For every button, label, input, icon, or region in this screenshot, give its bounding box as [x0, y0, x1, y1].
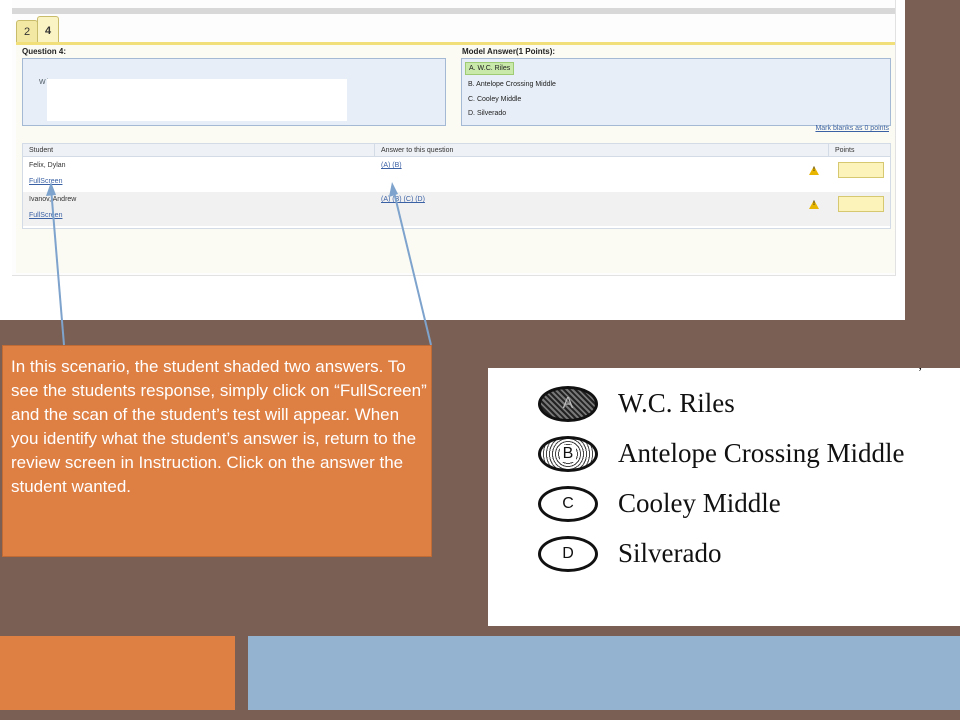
review-screenshot: 2 4 Question 4: Model Answer(1 Points): … [0, 0, 905, 320]
warning-icon [809, 166, 819, 175]
answer-bubble-filled: A [538, 386, 598, 422]
model-answer-heading: Model Answer(1 Points): [462, 47, 556, 56]
question-box: Wh... [22, 58, 446, 126]
scan-option-label: Antelope Crossing Middle [618, 438, 905, 468]
review-panel: 2 4 Question 4: Model Answer(1 Points): … [12, 0, 896, 276]
redacted-question-area [47, 79, 347, 121]
model-option-a[interactable]: A. W.C. Riles [465, 62, 515, 75]
scan-option-label: Silverado [618, 538, 722, 568]
points-input[interactable] [838, 162, 884, 178]
footer-accent-orange [0, 636, 235, 710]
student-name: Ivanov, Andrew [29, 196, 77, 203]
mark-blanks-link[interactable]: Mark blanks as 0 points [815, 125, 889, 132]
callout-text: In this scenario, the student shaded two… [11, 357, 427, 496]
model-option-c[interactable]: C. Cooley Middle [468, 96, 521, 103]
header-student: Student [23, 144, 375, 157]
top-bar [12, 8, 895, 14]
student-name: Felix, Dylan [29, 162, 66, 169]
answer-bubble-empty: D [538, 536, 598, 572]
model-answer-box: A. W.C. Riles B. Antelope Crossing Middl… [461, 58, 891, 126]
warning-icon [809, 200, 819, 209]
answer-bubble-empty: C [538, 486, 598, 522]
header-answer: Answer to this question [375, 144, 829, 157]
points-input[interactable] [838, 196, 884, 212]
instruction-callout: In this scenario, the student shaded two… [2, 345, 432, 557]
question-panel: Question 4: Model Answer(1 Points): Wh..… [16, 42, 895, 273]
table-row: Felix, Dylan FullScreen (A) (B) [23, 158, 890, 192]
tab-question-2[interactable]: 2 [16, 20, 39, 43]
student-answers-table: Student Answer to this question Points F… [22, 143, 891, 229]
model-option-b[interactable]: B. Antelope Crossing Middle [468, 81, 556, 88]
scan-mark: , [919, 368, 923, 374]
tab-question-4[interactable]: 4 [37, 16, 60, 43]
model-option-d[interactable]: D. Silverado [468, 110, 506, 117]
student-answer-link[interactable]: (A) (B) [381, 162, 402, 169]
table-row: Ivanov, Andrew FullScreen (A) (B) (C) (D… [23, 192, 890, 226]
student-answer-link[interactable]: (A) (B) (C) (D) [381, 196, 425, 203]
scanned-answer-sheet: , A W.C. Riles B Antelope Crossing Middl… [488, 368, 960, 626]
fullscreen-link[interactable]: FullScreen [29, 178, 62, 185]
footer-accent-blue [248, 636, 960, 710]
answer-bubble-shaded: B [538, 436, 598, 472]
fullscreen-link[interactable]: FullScreen [29, 212, 62, 219]
scan-option-label: Cooley Middle [618, 488, 781, 518]
question-heading: Question 4: [22, 47, 67, 56]
scan-option-label: W.C. Riles [618, 388, 735, 418]
header-points: Points [829, 144, 890, 157]
